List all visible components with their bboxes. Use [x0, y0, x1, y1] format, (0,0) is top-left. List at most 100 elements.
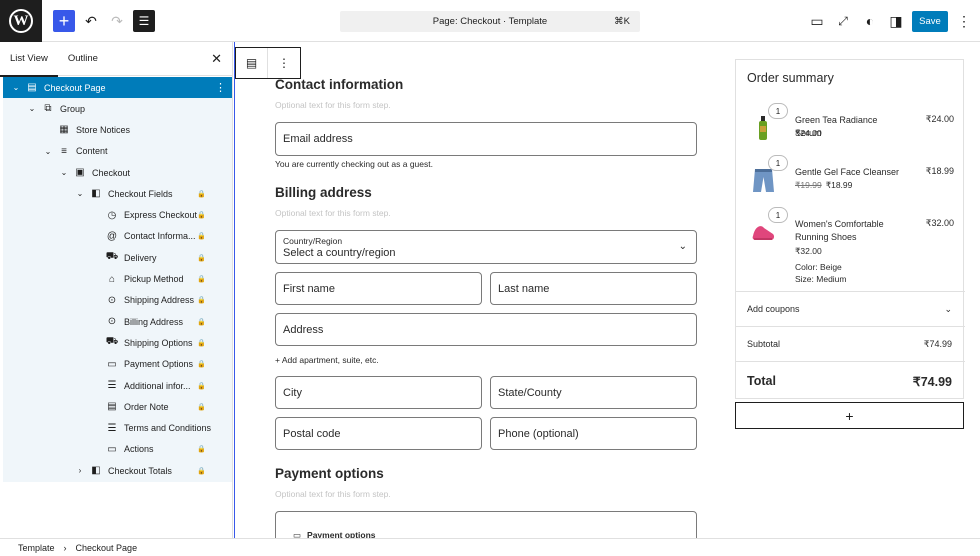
state-field[interactable]: State/County	[490, 376, 697, 409]
breadcrumb-checkout-page[interactable]: Checkout Page	[76, 543, 138, 553]
total-label: Total	[747, 374, 776, 388]
city-field[interactable]: City	[275, 376, 482, 409]
coupons-toggle[interactable]: Add coupons ⌄	[747, 304, 952, 315]
tree-item-contact-informa[interactable]: @ Contact Informa... 🔒	[3, 226, 232, 247]
chevron-right-icon[interactable]: ›	[75, 466, 85, 475]
tree-item-shipping-address[interactable]: ⊙ Shipping Address 🔒	[3, 290, 232, 311]
payment-box-label: Payment options	[307, 530, 376, 538]
breadcrumb-template[interactable]: Template	[18, 543, 55, 553]
quantity-badge: 1	[768, 103, 788, 119]
tree-item-checkout-fields[interactable]: ⌄ ◧ Checkout Fields 🔒	[3, 183, 232, 204]
item-price: ₹32.00	[925, 218, 954, 228]
tree-item-checkout[interactable]: ⌄ ▣ Checkout	[3, 162, 232, 183]
divider	[736, 291, 965, 292]
payment-heading[interactable]: Payment options	[275, 466, 384, 481]
tree-item-payment-options[interactable]: ▭ Payment Options 🔒	[3, 354, 232, 375]
tree-item-pickup-method[interactable]: ⌂ Pickup Method 🔒	[3, 268, 232, 289]
payment-options-box[interactable]: ▭ Payment options	[275, 511, 697, 538]
more-vertical-icon[interactable]: ⋮	[215, 81, 226, 94]
tree-item-label: Billing Address	[124, 316, 184, 327]
chevron-down-icon[interactable]: ⌄	[11, 83, 21, 92]
command-shortcut: ⌘K	[614, 16, 630, 27]
first-name-field[interactable]: First name	[275, 272, 482, 305]
tree-item-billing-address[interactable]: ⊙ Billing Address 🔒	[3, 311, 232, 332]
block-type-button[interactable]: ▤	[236, 48, 268, 78]
add-block-appender[interactable]: +	[735, 402, 964, 429]
tree-item-store-notices[interactable]: ▦ Store Notices	[3, 119, 232, 140]
wordpress-logo-button[interactable]: W	[0, 0, 42, 42]
item-unit-price: ₹32.00	[795, 246, 822, 256]
close-icon[interactable]: ✕	[211, 51, 222, 67]
tab-outline[interactable]: Outline	[58, 42, 108, 76]
tree-item-label: Checkout	[92, 167, 131, 178]
item-old-price: ₹19.99	[795, 180, 822, 190]
options-button[interactable]: ⋮	[953, 10, 975, 32]
contact-heading[interactable]: Contact information	[275, 77, 403, 92]
payment-optional-text[interactable]: Optional text for this form step.	[275, 489, 391, 499]
billing-optional-text[interactable]: Optional text for this form step.	[275, 208, 391, 218]
styles-button[interactable]: ◐	[859, 10, 881, 32]
settings-button[interactable]: ◨	[885, 10, 907, 32]
tree-item-express-checkout[interactable]: ◷ Express Checkout 🔒	[3, 204, 232, 225]
tree-item-additional-infor[interactable]: ☰ Additional infor... 🔒	[3, 375, 232, 396]
tree-item-label: Contact Informa...	[124, 231, 196, 242]
undo-button[interactable]: ↶	[80, 10, 102, 32]
redo-button[interactable]: ↷	[106, 10, 128, 32]
chevron-down-icon[interactable]: ⌄	[27, 104, 37, 113]
coupons-label: Add coupons	[747, 304, 800, 314]
block-toolbar: ▤ ⋮	[235, 47, 301, 79]
tab-list-view[interactable]: List View	[0, 42, 58, 77]
lock-icon: 🔒	[197, 446, 206, 454]
chevron-down-icon[interactable]: ⌄	[43, 147, 53, 156]
sidebar-icon: ◨	[889, 12, 903, 29]
store-notices-icon: ▦	[59, 124, 69, 136]
chevron-down-icon[interactable]: ⌄	[59, 168, 69, 177]
tree-item-delivery[interactable]: ⛟ Delivery 🔒	[3, 247, 232, 268]
chevron-down-icon: ⌄	[944, 304, 952, 314]
tree-item-order-note[interactable]: ▤ Order Note 🔒	[3, 396, 232, 417]
sidebar-tabs: List View Outline ✕	[0, 42, 232, 77]
redo-icon: ↷	[111, 12, 123, 29]
chevron-down-icon[interactable]: ⌄	[75, 189, 85, 198]
tree-item-label: Checkout Totals	[108, 465, 172, 476]
document-bar[interactable]: Page: Checkout · Template ⌘K	[340, 11, 640, 32]
add-block-button[interactable]: +	[53, 10, 75, 32]
save-button[interactable]: Save	[912, 11, 948, 32]
tree-item-terms-and-conditions[interactable]: ☰ Terms and Conditions	[3, 417, 232, 438]
preview-button[interactable]: ▭	[806, 10, 828, 32]
block-options-button[interactable]: ⋮	[268, 48, 300, 78]
country-select[interactable]: Country/Region Select a country/region ⌄	[275, 230, 697, 264]
view-page-button[interactable]: ⤢	[832, 10, 854, 32]
postal-code-field[interactable]: Postal code	[275, 417, 482, 450]
document-overview-button[interactable]: ☰	[133, 10, 155, 32]
lock-icon: 🔒	[197, 382, 206, 390]
plus-icon: +	[58, 10, 70, 31]
phone-field[interactable]: Phone (optional)	[490, 417, 697, 450]
checkout-icon: ▣	[75, 167, 85, 179]
item-meta-color: Color: Beige	[795, 262, 842, 272]
tree-item-label: Checkout Page	[44, 82, 106, 93]
truck-icon: ⛟	[105, 336, 119, 348]
tree-item-label: Additional infor...	[124, 380, 191, 391]
last-name-field[interactable]: Last name	[490, 272, 697, 305]
order-summary[interactable]: Order summary 1 Green Tea Radiance Serum…	[735, 59, 965, 399]
form-step-icon: ▤	[245, 56, 258, 70]
add-apartment-link[interactable]: + Add apartment, suite, etc.	[275, 355, 379, 365]
lock-icon: 🔒	[197, 212, 206, 220]
address-field[interactable]: Address	[275, 313, 697, 346]
tree-item-label: Delivery	[124, 252, 157, 263]
billing-heading[interactable]: Billing address	[275, 185, 372, 200]
tree-item-label: Group	[60, 103, 86, 114]
email-field[interactable]: Email address	[275, 122, 697, 156]
tree-item-actions[interactable]: ▭ Actions 🔒	[3, 439, 232, 460]
more-vertical-icon: ⋮	[278, 56, 290, 70]
tree-item-checkout-page[interactable]: ⌄ ▤ Checkout Page ⋮	[3, 77, 232, 98]
country-value: Select a country/region	[283, 246, 396, 259]
tree-item-shipping-options[interactable]: ⛟ Shipping Options 🔒	[3, 332, 232, 353]
lock-icon: 🔒	[197, 467, 206, 475]
contact-optional-text[interactable]: Optional text for this form step.	[275, 100, 391, 110]
tree-item-checkout-totals[interactable]: › ◧ Checkout Totals 🔒	[3, 460, 232, 481]
tree-item-content[interactable]: ⌄ ≡ Content	[3, 141, 232, 162]
quantity-badge: 1	[768, 155, 788, 171]
tree-item-group[interactable]: ⌄ ⧉ Group	[3, 98, 232, 119]
